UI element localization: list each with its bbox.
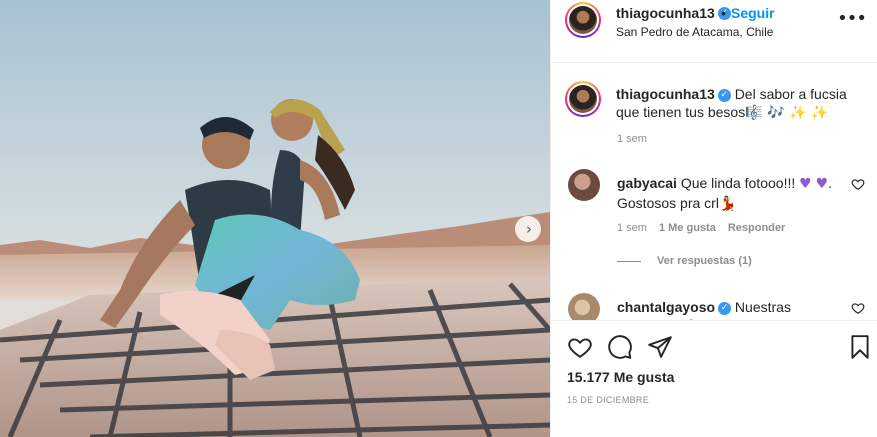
header-separator: • — [721, 5, 726, 21]
reply-button[interactable]: Responder — [728, 222, 785, 234]
save-bookmark-icon[interactable] — [847, 334, 873, 360]
comment-username[interactable]: gabyacai — [617, 175, 677, 191]
comment-bubble-icon[interactable] — [607, 334, 633, 360]
comment-text-block: gabyacai Que linda fotooo!!! ♥ ♥. Gostos… — [617, 174, 845, 214]
purple-heart-icon: ♥ — [815, 176, 829, 192]
post-date[interactable]: 15 DE DICIEMBRE — [567, 395, 649, 405]
post-photo[interactable]: › — [0, 0, 550, 437]
author-block: thiagocunha13 ✓ — [616, 5, 731, 23]
like-heart-icon[interactable] — [567, 334, 593, 360]
caption-avatar[interactable] — [565, 81, 601, 117]
like-comment-heart-icon[interactable] — [851, 177, 865, 191]
replies-divider — [617, 260, 641, 262]
post-actions: 15.177 Me gusta 15 DE DICIEMBRE — [551, 320, 877, 437]
follow-button[interactable]: Seguir — [731, 5, 775, 21]
photo-image — [0, 0, 550, 437]
share-paper-plane-icon[interactable] — [647, 334, 673, 360]
comment-text-block: chantalgayoso✓ Nuestras canciones 😊 ? — [617, 298, 845, 320]
commenter-avatar[interactable] — [568, 293, 600, 320]
comment-likes[interactable]: 1 Me gusta — [659, 222, 716, 234]
more-options-icon[interactable]: ••• — [837, 8, 867, 29]
comment-text: Que linda fotooo!!! — [680, 175, 796, 191]
chevron-right-icon: › — [526, 219, 532, 238]
caption-text-block: thiagocunha13 ✓ Del sabor a fucsia que ti… — [616, 85, 866, 122]
purple-heart-icon: ♥ — [799, 176, 812, 192]
comment-time[interactable]: 1 sem — [617, 222, 647, 234]
comment-username[interactable]: chantalgayoso — [617, 299, 715, 315]
author-avatar[interactable] — [565, 2, 601, 38]
dancer-emoji: 💃 — [718, 196, 737, 212]
post-header: thiagocunha13 ✓ • Seguir San Pedro de Ata… — [551, 0, 877, 44]
verified-badge-icon: ✓ — [717, 88, 731, 102]
verified-badge-icon: ✓ — [718, 301, 732, 315]
post-location[interactable]: San Pedro de Atacama, Chile — [616, 25, 773, 39]
author-username[interactable]: thiagocunha13 — [616, 5, 715, 21]
caption-time[interactable]: 1 sem — [617, 133, 647, 145]
post-panel: thiagocunha13 ✓ • Seguir San Pedro de Ata… — [550, 0, 877, 437]
caption-username[interactable]: thiagocunha13 — [616, 86, 715, 102]
comments-scroll-area[interactable]: thiagocunha13 ✓ Del sabor a fucsia que ti… — [551, 62, 877, 320]
likes-count[interactable]: 15.177 Me gusta — [567, 369, 674, 385]
comment-meta: 1 sem 1 Me gusta Responder — [617, 222, 785, 234]
view-replies-label: Ver respuestas (1) — [657, 255, 752, 267]
like-comment-heart-icon[interactable] — [851, 301, 865, 315]
caption-emojis: 🎼 🎶 ✨ ✨ — [745, 105, 829, 121]
commenter-avatar[interactable] — [568, 169, 600, 201]
next-photo-button[interactable]: › — [515, 216, 541, 242]
view-replies-button[interactable]: Ver respuestas (1) — [617, 255, 752, 267]
